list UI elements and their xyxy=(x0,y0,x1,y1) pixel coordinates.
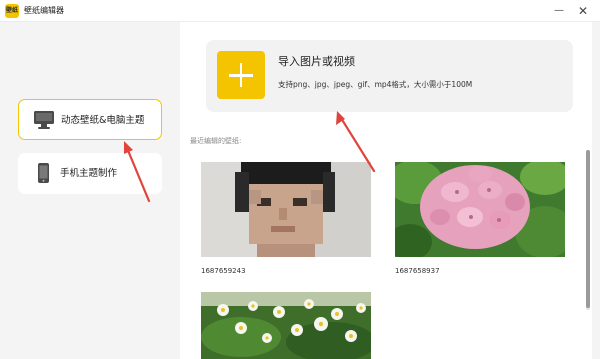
title-bar: 壁纸 壁纸编辑器 — ✕ xyxy=(0,0,600,22)
main-panel: 导入图片或视频 支持png、jpg、jpeg、gif、mp4格式，大小需小于10… xyxy=(180,22,592,359)
phone-icon xyxy=(38,163,49,183)
plus-icon xyxy=(217,51,265,99)
close-button[interactable]: ✕ xyxy=(574,2,592,20)
monitor-icon xyxy=(34,111,54,129)
import-format-hint: 支持png、jpg、jpeg、gif、mp4格式，大小需小于100M xyxy=(278,80,473,89)
app-title: 壁纸编辑器 xyxy=(24,6,64,15)
sidebar: 动态壁纸&电脑主题 手机主题制作 xyxy=(0,22,180,359)
sidebar-item-label: 动态壁纸&电脑主题 xyxy=(61,115,145,126)
wallpaper-thumbnail[interactable] xyxy=(395,162,565,257)
wallpaper-caption: 1687658937 xyxy=(395,267,440,275)
wallpaper-caption: 1687659243 xyxy=(201,267,246,275)
wallpaper-thumbnail[interactable] xyxy=(201,162,371,257)
recent-wallpapers-label: 最近编辑的壁纸: xyxy=(190,137,242,145)
wallpaper-thumbnail[interactable] xyxy=(201,292,371,359)
white-daisies-image xyxy=(201,292,371,359)
app-logo: 壁纸 xyxy=(5,4,19,18)
sidebar-item-phone-theme[interactable]: 手机主题制作 xyxy=(18,153,162,194)
scrollbar-thumb[interactable] xyxy=(586,150,590,308)
sidebar-item-desktop-theme[interactable]: 动态壁纸&电脑主题 xyxy=(18,99,162,140)
portrait-photo-image xyxy=(201,162,371,257)
import-media-button[interactable]: 导入图片或视频 支持png、jpg、jpeg、gif、mp4格式，大小需小于10… xyxy=(206,40,573,112)
pink-hydrangea-image xyxy=(395,162,565,257)
import-title: 导入图片或视频 xyxy=(278,55,355,68)
minimize-button[interactable]: — xyxy=(550,2,568,20)
sidebar-item-label: 手机主题制作 xyxy=(60,168,118,179)
